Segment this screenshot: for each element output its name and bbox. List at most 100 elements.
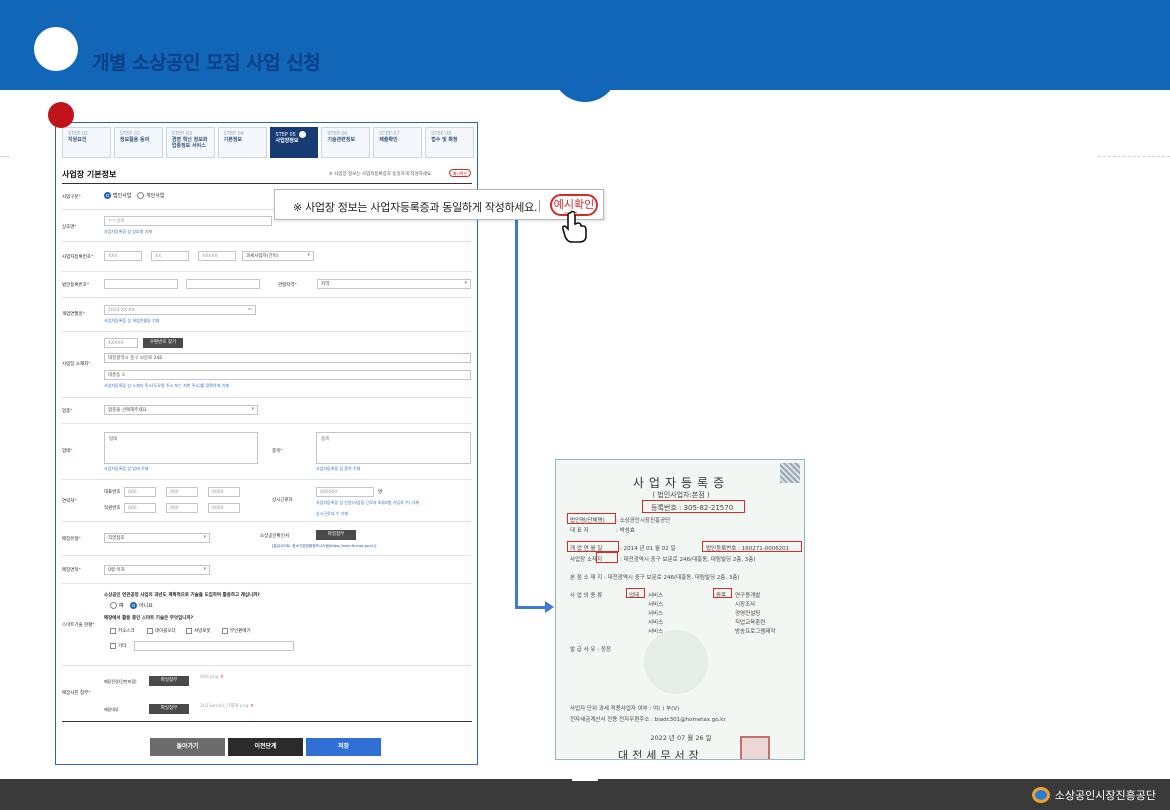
example-button-small[interactable]: 예시확인 bbox=[449, 169, 471, 177]
cert-attach-button[interactable]: 파일첨부 bbox=[316, 530, 356, 540]
store-type-label-text: 매장유형 bbox=[62, 537, 79, 542]
mobile-part1[interactable]: 000 bbox=[124, 503, 156, 513]
header-circle-icon bbox=[34, 27, 78, 71]
step-2[interactable]: STEP 02 정보활용 동의 bbox=[113, 127, 163, 158]
checkbox-icon bbox=[147, 628, 153, 634]
step-label: 정보활용 동의 bbox=[119, 137, 150, 143]
back-button[interactable]: 돌아가기 bbox=[150, 738, 225, 756]
check-icon bbox=[298, 131, 306, 138]
check-serving-robot-label: 서빙로봇 bbox=[194, 629, 211, 634]
business-textarea[interactable]: 업태 bbox=[104, 432, 258, 464]
biz-no-part1[interactable]: XXX bbox=[104, 251, 142, 261]
radio-smart-no[interactable]: 아니요 bbox=[130, 602, 153, 609]
mobile-part2[interactable]: 000 bbox=[166, 503, 198, 513]
zip-search-button[interactable]: 우편번호 찾기 bbox=[143, 338, 183, 348]
cert-title: 사업자등록증 bbox=[632, 476, 730, 490]
page-title: 개별 소상공인 모집 사업 신청 bbox=[92, 52, 321, 74]
checkbox-icon bbox=[110, 628, 116, 634]
tel-part2[interactable]: 000 bbox=[166, 487, 198, 497]
radio-smart-yes[interactable]: 예 bbox=[110, 602, 124, 609]
calendar-icon: ▭ bbox=[247, 307, 252, 312]
business-label: 업태* bbox=[62, 449, 73, 454]
store-area-value: 0평 이하 bbox=[108, 568, 125, 573]
step-6[interactable]: STEP 06 기술관련정보 bbox=[321, 127, 371, 158]
step-1[interactable]: STEP 01 지원요건 bbox=[62, 127, 111, 158]
cert-biz-item-4: 서비스 bbox=[648, 620, 664, 626]
smart-question2: 매장에서 활용 중인 스마트 기술은 무엇입니까? bbox=[104, 616, 194, 621]
step-7[interactable]: STEP 07 제출확인 bbox=[373, 127, 423, 158]
row-address: 사업장 소재지* XXXXX 우편번호 찾기 대전광역시 중구 보문로 246 … bbox=[62, 332, 472, 398]
cert-corp-name: : 소상공인시장진흥공단 bbox=[616, 518, 671, 524]
other-input[interactable] bbox=[134, 641, 294, 651]
address-label: 사업장 소재지* bbox=[62, 362, 91, 367]
remove-file-icon[interactable]: ✕ bbox=[250, 704, 254, 709]
cert-open: : 2014 년 01 월 02 일 bbox=[620, 546, 676, 552]
item-textarea[interactable]: 종목 bbox=[316, 432, 471, 464]
step-5-active[interactable]: STEP 05 사업장정보 bbox=[269, 127, 319, 158]
highlight-business bbox=[626, 588, 645, 598]
step-4[interactable]: STEP 04 기본정보 bbox=[217, 127, 267, 158]
step-label: 지원요건 bbox=[68, 137, 87, 143]
open-date-input[interactable]: 2024-XX-XX ▭ bbox=[104, 305, 256, 315]
company-name-input[interactable]: ㅇㅇ상회 bbox=[104, 216, 272, 226]
open-date-label-text: 개업연월일 bbox=[62, 312, 83, 317]
tel-part1[interactable]: 000 bbox=[124, 487, 156, 497]
corp-no-label-text: 법인등록번호 bbox=[62, 283, 87, 288]
zip-input[interactable]: XXXXX bbox=[104, 338, 138, 348]
step-label: 사업장정보 bbox=[275, 138, 299, 144]
step-num: STEP 05 bbox=[276, 131, 313, 138]
step-8[interactable]: STEP 08 접수 및 확정 bbox=[425, 127, 474, 158]
photo1-attach-button[interactable]: 파일첨부 bbox=[149, 676, 189, 686]
region-select[interactable]: 지역 bbox=[317, 279, 471, 289]
radio-corp[interactable]: 법인사업 bbox=[104, 192, 131, 199]
divider-right bbox=[1098, 156, 1170, 157]
employee-label: 상시근로자 bbox=[272, 498, 293, 503]
divider-left bbox=[0, 156, 10, 157]
notice-callout: ※ 사업장 정보는 사업자등록증과 동일하게 작성하세요. 예시확인 bbox=[274, 189, 604, 220]
biz-type-label-text: 사업구분 bbox=[62, 195, 79, 200]
tax-type-select[interactable]: 과세사업자(간이) bbox=[242, 251, 314, 261]
radio-individual[interactable]: 개인사업 bbox=[137, 192, 164, 199]
row-open-date: 개업연월일* 2024-XX-XX ▭ 사업자등록증 상 개업연월일 기재 bbox=[62, 298, 472, 332]
cert-hint: [발급사이트: 중소기업현황정보시스템(https://sminfo.mss.g… bbox=[272, 544, 377, 548]
company-name-label-text: 상호명 bbox=[62, 225, 75, 230]
tel-part3[interactable]: 0000 bbox=[208, 487, 240, 497]
employee-hint2: 상시근로자 수 기재 bbox=[316, 511, 348, 516]
notice-divider bbox=[539, 200, 540, 212]
cert-item-4: 직업교육훈련 bbox=[735, 620, 766, 626]
check-serving-robot[interactable]: 서빙로봇 bbox=[186, 628, 211, 634]
cert-rep: : 박성효 bbox=[616, 528, 635, 534]
check-table-order[interactable]: 테이블오더 bbox=[147, 628, 176, 634]
mobile-part3[interactable]: 0000 bbox=[208, 503, 240, 513]
store-area-label-text: 매장면적 bbox=[62, 568, 79, 573]
open-date-hint: 사업자등록증 상 개업연월일 기재 bbox=[104, 318, 160, 323]
row-store-area: 매장면적* 0평 이하 bbox=[62, 556, 472, 584]
biz-no-part2[interactable]: XX bbox=[151, 251, 189, 261]
corp-no-part2[interactable] bbox=[186, 279, 260, 289]
check-kiosk[interactable]: 키오스크 bbox=[110, 628, 135, 634]
step-marker-icon bbox=[48, 102, 74, 128]
check-vending[interactable]: 무인판매기 bbox=[222, 628, 251, 634]
industry-select[interactable]: 업종을 선택해주세요. bbox=[104, 405, 258, 415]
check-other[interactable]: 기타 bbox=[110, 643, 126, 649]
store-area-select[interactable]: 0평 이하 bbox=[104, 565, 210, 575]
save-button[interactable]: 저장 bbox=[306, 738, 381, 756]
official-seal-stamp bbox=[740, 736, 770, 759]
biz-no-part3[interactable]: XXXXX bbox=[198, 251, 236, 261]
cert-item-2: 시장조사 bbox=[735, 602, 756, 608]
step-3[interactable]: STEP 03 경영 혁신 정보화 업종정보 서비스 bbox=[165, 127, 215, 158]
row-store-type: 매장유형* 직영점포 소상공인확인서 파일첨부 [발급사이트: 중소기업현황정보… bbox=[62, 522, 472, 556]
prev-step-button[interactable]: 이전단계 bbox=[228, 738, 303, 756]
cert-office: 대전세무서장 bbox=[618, 749, 703, 760]
remove-file-icon[interactable]: ✕ bbox=[220, 675, 224, 680]
address2-input[interactable]: 대흥동 3 bbox=[104, 370, 471, 380]
row-corp-no: 법인등록번호* 관할지역* 지역 bbox=[62, 272, 472, 298]
corp-no-part1[interactable] bbox=[104, 279, 178, 289]
cert-biz-item-2: 서비스 bbox=[648, 602, 664, 608]
store-type-select[interactable]: 직영점포 bbox=[104, 533, 210, 543]
radio-on-icon bbox=[104, 192, 111, 199]
photo2-attach-button[interactable]: 파일첨부 bbox=[149, 704, 189, 714]
cert-label: 소상공인확인서 bbox=[260, 534, 289, 539]
employee-input[interactable]: 000000 bbox=[316, 487, 374, 497]
address1-input[interactable]: 대전광역시 중구 보문로 246 bbox=[104, 353, 471, 363]
